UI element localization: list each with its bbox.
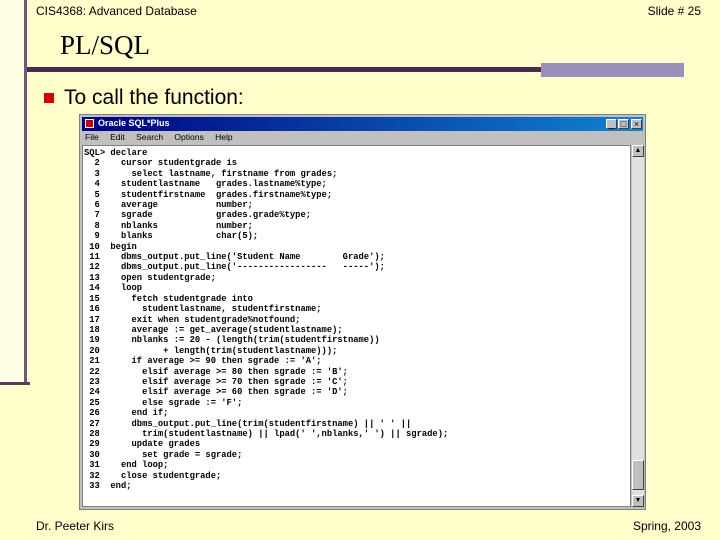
menu-bar: File Edit Search Options Help [82, 132, 643, 144]
window-titlebar[interactable]: Oracle SQL*Plus _ □ × [82, 117, 643, 131]
bullet-text: To call the function: [64, 86, 244, 109]
slide-title: PL/SQL [60, 30, 151, 60]
code-line: 15 fetch studentgrade into [89, 293, 253, 304]
vertical-scrollbar[interactable]: ▲ ▼ [632, 145, 644, 507]
minimize-button[interactable]: _ [606, 119, 617, 129]
code-line: 8 nblanks number; [94, 220, 253, 231]
menu-edit[interactable]: Edit [110, 132, 125, 142]
left-decor-band [0, 0, 24, 385]
menu-options[interactable]: Options [174, 132, 203, 142]
code-listing: SQL> declare 2 cursor studentgrade is 3 … [84, 148, 448, 491]
left-vertical-rule [24, 0, 27, 385]
code-line: 18 average := get_average(studentlastnam… [89, 324, 343, 335]
code-line: 27 dbms_output.put_line(trim(studentfirs… [89, 418, 412, 429]
code-line: 16 studentlastname, studentfirstname; [89, 304, 322, 315]
code-line: 10 begin [89, 241, 137, 252]
code-line: 20 + length(trim(studentlastname))); [89, 345, 338, 356]
code-line: 26 end if; [89, 408, 169, 419]
menu-search[interactable]: Search [136, 132, 163, 142]
code-line: 23 elsif average >= 70 then sgrade := 'C… [89, 376, 348, 387]
slide-number: Slide # 25 [647, 4, 701, 18]
code-line: 5 studentfirstname grades.firstname%type… [94, 189, 333, 200]
footer-author: Dr. Peeter Kirs [36, 519, 115, 533]
code-line: 30 set grade = sgrade; [89, 449, 243, 460]
code-line: 19 nblanks := 20 - (length(trim(studentf… [89, 335, 380, 346]
oracle-app-icon [85, 119, 94, 128]
scroll-down-icon[interactable]: ▼ [632, 495, 644, 507]
code-line: 11 dbms_output.put_line('Student Name Gr… [89, 252, 385, 263]
code-line: 3 select lastname, firstname from grades… [94, 168, 338, 179]
code-line: 22 elsif average >= 80 then sgrade := 'B… [89, 366, 348, 377]
scroll-up-icon[interactable]: ▲ [632, 145, 644, 157]
code-line: 21 if average >= 90 then sgrade := 'A'; [89, 356, 322, 367]
code-line: SQL> declare [84, 148, 148, 158]
close-button[interactable]: × [631, 119, 642, 129]
code-line: 28 trim(studentlastname) || lpad(' ',nbl… [89, 428, 449, 439]
title-accent-box [541, 63, 684, 77]
code-line: 31 end loop; [89, 460, 169, 471]
code-line: 2 cursor studentgrade is [94, 158, 238, 169]
menu-file[interactable]: File [85, 132, 99, 142]
window-title: Oracle SQL*Plus [98, 118, 170, 128]
code-line: 9 blanks char(5); [94, 231, 259, 242]
menu-help[interactable]: Help [215, 132, 232, 142]
code-line: 13 open studentgrade; [89, 272, 216, 283]
code-line: 33 end; [89, 481, 132, 491]
code-line: 24 elsif average >= 60 then sgrade := 'D… [89, 387, 348, 398]
sql-console[interactable]: SQL> declare 2 cursor studentgrade is 3 … [82, 145, 631, 507]
code-line: 12 dbms_output.put_line('---------------… [89, 262, 385, 273]
square-bullet-icon [44, 93, 54, 103]
code-line: 29 update grades [89, 439, 201, 450]
sqlplus-window: Oracle SQL*Plus _ □ × File Edit Search O… [79, 114, 646, 510]
code-line: 17 exit when studentgrade%notfound; [89, 314, 301, 325]
code-line: 7 sgrade grades.grade%type; [94, 210, 311, 221]
code-line: 4 studentlastname grades.lastname%type; [94, 179, 327, 190]
scroll-thumb[interactable] [632, 460, 644, 490]
footer-term: Spring, 2003 [632, 519, 701, 533]
maximize-button[interactable]: □ [618, 119, 629, 129]
code-line: 25 else sgrade := 'F'; [89, 397, 243, 408]
code-line: 14 loop [89, 283, 143, 294]
left-rule-foot [0, 382, 30, 385]
code-line: 6 average number; [94, 200, 253, 211]
course-header: CIS4368: Advanced Database [36, 4, 197, 18]
code-line: 32 close studentgrade; [89, 470, 222, 481]
